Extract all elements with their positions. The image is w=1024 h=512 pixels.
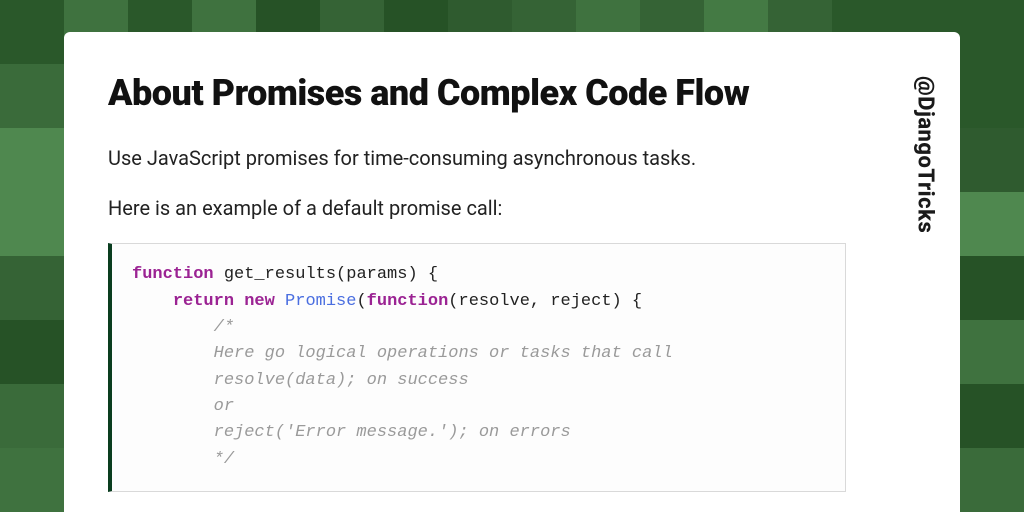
- lead-in-paragraph: Here is an example of a default promise …: [108, 193, 846, 223]
- code-text: (: [356, 292, 366, 311]
- code-indent: [132, 292, 173, 311]
- code-keyword: function: [132, 265, 214, 284]
- code-text: [234, 292, 244, 311]
- article-content: About Promises and Complex Code Flow Use…: [64, 32, 890, 512]
- code-comment: or: [132, 397, 234, 416]
- article-title: About Promises and Complex Code Flow: [108, 72, 846, 115]
- sidebar: @DjangoTricks: [890, 32, 960, 512]
- code-comment: */: [132, 450, 234, 469]
- article-card: About Promises and Complex Code Flow Use…: [64, 32, 960, 512]
- code-class: Promise: [285, 292, 356, 311]
- code-keyword: return: [173, 292, 234, 311]
- code-text: get_results(params) {: [214, 265, 438, 284]
- code-keyword: function: [367, 292, 449, 311]
- code-text: (resolve, reject) {: [448, 292, 642, 311]
- code-comment: reject('Error message.'); on errors: [132, 423, 571, 442]
- code-text: [275, 292, 285, 311]
- code-block: function get_results(params) { return ne…: [108, 243, 846, 492]
- code-comment: Here go logical operations or tasks that…: [132, 344, 673, 363]
- intro-paragraph: Use JavaScript promises for time-consumi…: [108, 143, 846, 173]
- code-comment: /*: [132, 318, 234, 337]
- author-handle: @DjangoTricks: [913, 76, 938, 233]
- code-comment: resolve(data); on success: [132, 371, 469, 390]
- code-keyword: new: [244, 292, 275, 311]
